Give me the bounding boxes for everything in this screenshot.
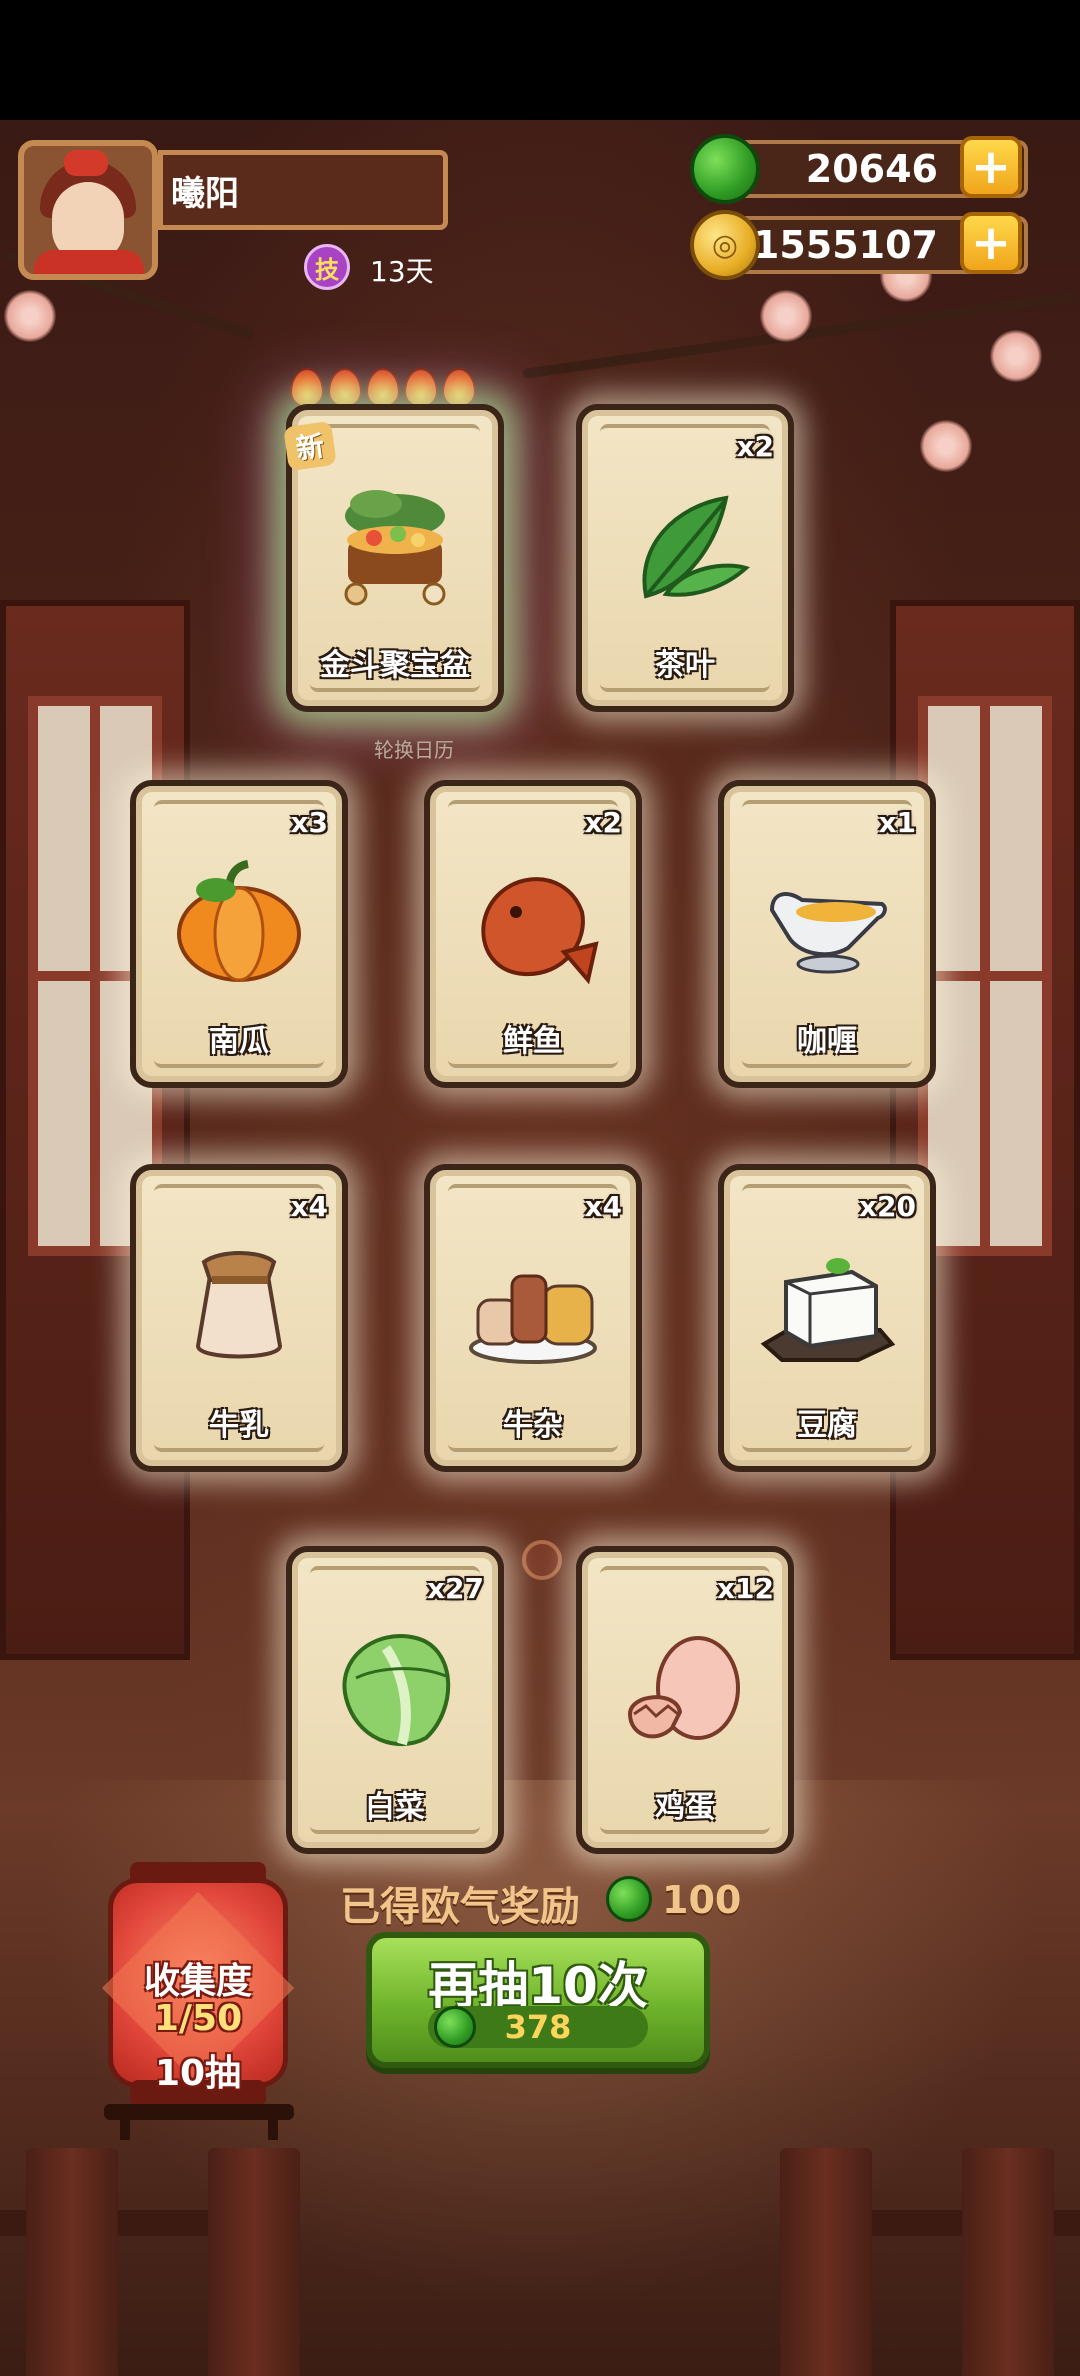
railing-post: [26, 2148, 118, 2376]
card-ornament: [154, 1046, 324, 1068]
milk-jar-icon: [195, 1251, 283, 1359]
beef-offal-icon: [469, 1274, 597, 1364]
reward-label: 已得欧气奖励: [340, 1884, 580, 1930]
fish-icon: [481, 877, 599, 985]
card-count: x12: [716, 1572, 774, 1605]
card-cabbage[interactable]: x27 白菜: [286, 1546, 504, 1854]
flame-star-icon: [442, 368, 476, 408]
player-name[interactable]: 曦阳: [158, 150, 448, 230]
card-pumpkin[interactable]: x3 南瓜: [130, 780, 348, 1088]
avatar[interactable]: [18, 140, 158, 280]
flame-star-icon: [328, 368, 362, 408]
card-ornament: [310, 424, 480, 446]
card-tea[interactable]: x2 茶叶: [576, 404, 794, 712]
card-count: x4: [290, 1190, 328, 1223]
blossom: [760, 290, 812, 342]
coin-amount: 1555107: [752, 223, 938, 267]
card-count: x27: [426, 1572, 484, 1605]
card-count: x4: [584, 1190, 622, 1223]
curry-icon: [769, 892, 887, 974]
card-ornament: [448, 1046, 618, 1068]
pumpkin-icon: [177, 860, 301, 982]
window-lattice: [918, 696, 1052, 1256]
collection-title: 收集度: [143, 1961, 252, 2002]
card-count: x20: [858, 1190, 916, 1223]
railing-post: [962, 2148, 1054, 2376]
egg-icon: [627, 1636, 740, 1740]
card-count: x2: [736, 430, 774, 463]
card-milk[interactable]: x4 牛乳: [130, 1164, 348, 1472]
card-ornament: [600, 670, 770, 692]
card-fish[interactable]: x2 鲜鱼: [424, 780, 642, 1088]
tofu-icon: [760, 1258, 896, 1362]
wall-panel-right: [890, 600, 1080, 1660]
card-beef-offal[interactable]: x4 牛杂: [424, 1164, 642, 1472]
draw-cost: 378: [504, 2008, 572, 2046]
card-count: x2: [584, 806, 622, 839]
blossom: [990, 330, 1042, 382]
tea-leaf-icon: [642, 495, 750, 599]
card-count: x3: [290, 806, 328, 839]
jade-gem-icon: [606, 1876, 652, 1922]
card-ornament: [310, 1812, 480, 1834]
flame-star-icon: [404, 368, 438, 408]
flame-star-icon: [290, 368, 324, 408]
wall-panel-left: [0, 600, 190, 1660]
add-jade-button[interactable]: +: [960, 136, 1022, 198]
player-name-text: 曦阳: [171, 173, 239, 214]
card-count: x1: [878, 806, 916, 839]
draw-again-button[interactable]: 再抽10次 378: [366, 1932, 710, 2068]
railing-post: [780, 2148, 872, 2376]
lantern-stand-leg: [268, 2116, 278, 2140]
jade-amount: 20646: [805, 147, 938, 191]
railing-post: [208, 2148, 300, 2376]
skill-badge-icon[interactable]: 技: [304, 244, 350, 290]
days-counter: 13天: [370, 255, 434, 288]
status-bar: [0, 0, 1080, 120]
avatar-hat: [64, 150, 108, 176]
avatar-robe: [34, 250, 144, 274]
card-ornament: [310, 670, 480, 692]
collection-draws: 10抽: [154, 2053, 242, 2094]
card-featured[interactable]: 新 金斗聚宝盆: [283, 404, 504, 712]
lantern-stand: [104, 2104, 294, 2120]
copper-coin-icon: ◎: [690, 210, 760, 280]
card-ornament: [448, 1430, 618, 1452]
collection-progress: 1/50: [153, 1998, 243, 2039]
reward-amount: 100: [662, 1878, 742, 1922]
treasure-bowl-icon: [344, 490, 446, 606]
card-tofu[interactable]: x20 豆腐: [718, 1164, 936, 1472]
card-ornament: [742, 1046, 912, 1068]
rotation-calendar-label: 轮换日历: [374, 738, 454, 762]
blossom: [920, 420, 972, 472]
flame-star-icon: [366, 368, 400, 408]
cabbage-icon: [342, 1634, 451, 1747]
star-rating: [290, 368, 476, 408]
card-ornament: [600, 1812, 770, 1834]
add-coins-button[interactable]: +: [960, 212, 1022, 274]
card-ornament: [742, 1430, 912, 1452]
decorative-knob: [522, 1540, 562, 1580]
new-badge: 新: [283, 420, 337, 472]
lantern-stand-leg: [120, 2116, 130, 2140]
blossom: [4, 290, 56, 342]
jade-gem-icon: [690, 134, 760, 204]
card-egg[interactable]: x12 鸡蛋: [576, 1546, 794, 1854]
card-curry[interactable]: x1 咖喱: [718, 780, 936, 1088]
card-ornament: [154, 1430, 324, 1452]
